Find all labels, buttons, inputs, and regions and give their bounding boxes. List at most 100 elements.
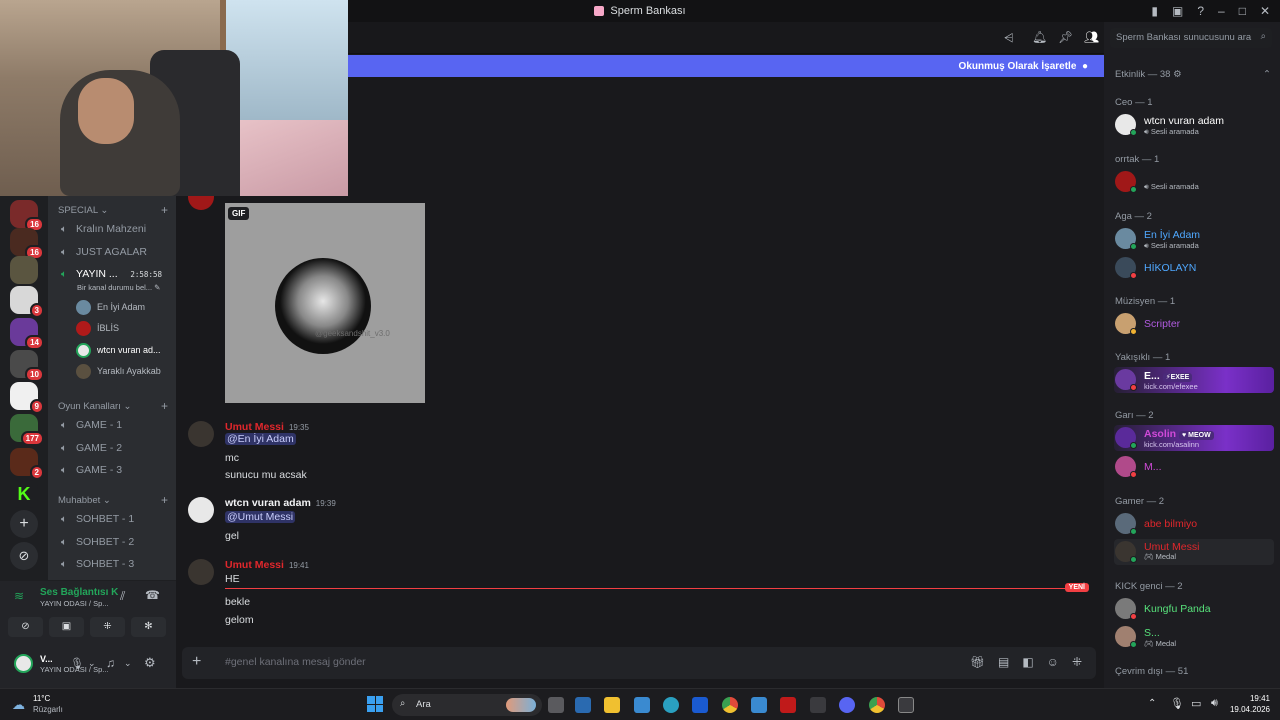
- emoji-icon[interactable]: ☺: [1047, 655, 1059, 669]
- server-icon[interactable]: 14: [10, 318, 44, 350]
- channel-sohbet-3[interactable]: 🔈︎ SOHBET - 3: [58, 554, 174, 574]
- member-item[interactable]: Kungfu Panda: [1114, 596, 1274, 622]
- disconnect-icon[interactable]: ☎: [145, 588, 160, 602]
- mark-as-read-banner[interactable]: Okunmuş Olarak İşaretle ●: [348, 55, 1104, 77]
- member-item[interactable]: En İyi Adam 🔊︎ Sesli aramada: [1114, 226, 1274, 252]
- member-item[interactable]: M...: [1114, 454, 1274, 480]
- channel-game-3[interactable]: 🔈︎ GAME - 3: [58, 460, 174, 480]
- volume-icon[interactable]: 🔊︎: [1211, 697, 1218, 710]
- server-icon[interactable]: 16: [10, 200, 44, 232]
- server-icon[interactable]: 16: [10, 228, 44, 260]
- inbox-icon[interactable]: ▣: [1172, 4, 1183, 18]
- member-item[interactable]: HİKOLAYN: [1114, 255, 1274, 281]
- chevron-up-icon[interactable]: ⌃: [1148, 698, 1156, 709]
- message-author[interactable]: wtcn vuran adam 19:39: [225, 497, 336, 509]
- channel-kralin-mahzeni[interactable]: 🔈︎ Kralın Mahzeni: [58, 219, 174, 239]
- message-author[interactable]: Umut Messi 19:35: [225, 421, 309, 433]
- member-item[interactable]: Asolin ♥ MEOW kick.com/asalinn: [1114, 425, 1274, 451]
- channel-status[interactable]: Bir kanal durumu bel... ✎: [77, 283, 160, 292]
- server-icon[interactable]: 9: [10, 382, 44, 414]
- close-button[interactable]: ✕: [1260, 4, 1270, 18]
- server-icon[interactable]: 10: [10, 350, 44, 382]
- apps-icon[interactable]: ⁜: [1072, 655, 1082, 669]
- channel-sohbet-1[interactable]: 🔈︎ SOHBET - 1: [58, 509, 174, 529]
- add-channel-icon[interactable]: +: [161, 493, 168, 507]
- member-item[interactable]: S... 🎮︎ Medal: [1114, 624, 1274, 650]
- app-icon[interactable]: [810, 697, 826, 713]
- activities-icon[interactable]: ⁜: [90, 617, 125, 637]
- edge-icon[interactable]: [663, 697, 679, 713]
- file-explorer-icon[interactable]: [604, 697, 620, 713]
- user-mention[interactable]: @Umut Messi: [225, 511, 296, 523]
- headphones-icon[interactable]: ♫: [106, 656, 115, 670]
- server-icon[interactable]: [10, 256, 38, 284]
- add-server-icon[interactable]: +: [10, 510, 38, 538]
- start-button[interactable]: [367, 696, 383, 712]
- voice-user[interactable]: wtcn vuran ad...: [76, 341, 161, 359]
- member-item[interactable]: Umut Messi 🎮︎ Medal: [1114, 539, 1274, 565]
- add-channel-icon[interactable]: +: [161, 399, 168, 413]
- member-list-icon[interactable]: 👥︎: [1084, 30, 1099, 44]
- chevron-down-icon[interactable]: ⌄: [124, 658, 132, 669]
- pin-icon[interactable]: 📌︎: [1058, 30, 1073, 44]
- kick-server-icon[interactable]: K: [10, 480, 38, 508]
- message-composer[interactable]: + #genel kanalına mesaj gönder 🎁︎ ▤ ◧ ☺ …: [182, 647, 1096, 679]
- add-channel-icon[interactable]: +: [161, 203, 168, 217]
- voice-user[interactable]: En İyi Adam: [76, 298, 145, 316]
- user-avatar[interactable]: [14, 654, 33, 673]
- bookmark-icon[interactable]: ▮: [1151, 4, 1158, 18]
- minimize-button[interactable]: –: [1218, 4, 1225, 18]
- avatar[interactable]: [188, 497, 214, 523]
- app-icon[interactable]: [751, 697, 767, 713]
- settings-gear-icon[interactable]: ⚙: [144, 655, 156, 671]
- task-view-icon[interactable]: [548, 697, 564, 713]
- screen-share-icon[interactable]: ▣: [49, 617, 84, 637]
- clock-date[interactable]: 19.04.2026: [1222, 705, 1270, 714]
- user-name[interactable]: V...: [40, 654, 53, 664]
- category-special[interactable]: SPECIAL ⌄ +: [58, 203, 168, 217]
- avatar[interactable]: [188, 196, 214, 210]
- microphone-icon[interactable]: 🎙︎: [70, 657, 84, 670]
- activity-header[interactable]: Etkinlik — 38 ⚙ ⌃: [1115, 69, 1271, 80]
- channel-sohbet-2[interactable]: 🔈︎ SOHBET - 2: [58, 532, 174, 552]
- camera-off-icon[interactable]: ⊘: [8, 617, 43, 637]
- user-mention[interactable]: @En İyi Adam: [225, 433, 296, 445]
- member-item[interactable]: abe bilmiyo: [1114, 511, 1274, 537]
- channel-just-agalar[interactable]: 🔈︎ JUST AGALAR: [58, 242, 174, 262]
- help-icon[interactable]: ?: [1197, 4, 1204, 18]
- channel-game-1[interactable]: 🔈︎ GAME - 1: [58, 415, 174, 435]
- network-icon[interactable]: ▭: [1191, 697, 1201, 710]
- avatar[interactable]: [188, 421, 214, 447]
- discord-icon[interactable]: [839, 697, 855, 713]
- voice-channel-path[interactable]: YAYIN ODASI / Sp...: [40, 599, 109, 608]
- maximize-button[interactable]: □: [1239, 4, 1246, 18]
- obs-icon[interactable]: [898, 697, 914, 713]
- gift-icon[interactable]: 🎁︎: [970, 655, 985, 669]
- server-search-input[interactable]: Sperm Bankası sunucusunu ara ⌕: [1110, 28, 1272, 48]
- chrome-icon[interactable]: [869, 697, 885, 713]
- weather-temp[interactable]: 11°C: [33, 694, 50, 703]
- voice-status[interactable]: Ses Bağlantısı K: [40, 587, 118, 598]
- microphone-icon[interactable]: 🎙︎: [1170, 697, 1184, 710]
- channel-game-2[interactable]: 🔈︎ GAME - 2: [58, 438, 174, 458]
- app-icon[interactable]: [780, 697, 796, 713]
- server-icon[interactable]: 3: [10, 286, 44, 318]
- message-input[interactable]: #genel kanalına mesaj gönder: [225, 656, 366, 668]
- store-icon[interactable]: [575, 697, 591, 713]
- member-item[interactable]: Scripter: [1114, 311, 1274, 337]
- weather-desc[interactable]: Rüzgarlı: [33, 705, 63, 714]
- voice-user[interactable]: Yaraklı Ayakkab: [76, 362, 161, 380]
- weather-icon[interactable]: ☁: [12, 697, 25, 713]
- server-icon[interactable]: 177: [10, 414, 44, 446]
- member-item[interactable]: 🔊︎ Sesli aramada: [1114, 169, 1274, 195]
- soundboard-icon[interactable]: ✻: [131, 617, 166, 637]
- outlook-icon[interactable]: [692, 697, 708, 713]
- category-muhabbet[interactable]: Muhabbet ⌄ +: [58, 493, 168, 507]
- category-oyun[interactable]: Oyun Kanalları ⌄ +: [58, 399, 168, 413]
- chevron-down-icon[interactable]: ⌄: [88, 658, 96, 669]
- member-item[interactable]: E... ⚡EXEE kick.com/efexee: [1114, 367, 1274, 393]
- voice-user[interactable]: İBLİS: [76, 319, 119, 337]
- gif-attachment[interactable]: GIF @geeksandshit_v3.0: [225, 203, 425, 403]
- chrome-icon[interactable]: [722, 697, 738, 713]
- explore-icon[interactable]: ⊘: [10, 542, 38, 570]
